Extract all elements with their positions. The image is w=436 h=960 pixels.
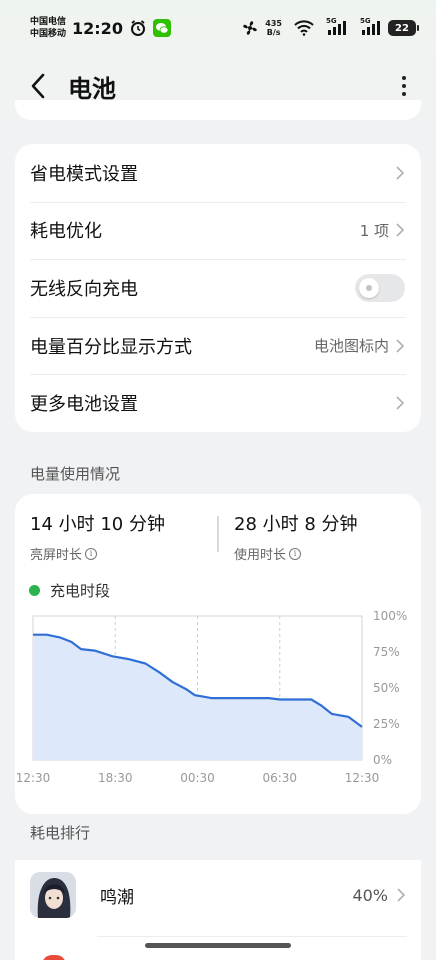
wifi-icon [294,20,314,36]
status-bar: 中国电信 中国移动 12:20 435 B/s 5G 5G 22 [0,0,436,56]
row-label: 电量百分比显示方式 [30,336,192,358]
signal-2-icon: 5G [360,17,382,35]
power-saving-mode-row[interactable]: 省电模式设置 [15,144,421,202]
y-tick-label: 100% [373,609,407,623]
wireless-reverse-charging-row: 无线反向充电 [15,259,421,317]
usage-time-stat: 28 小时 8 分钟 使用时长 i [234,510,358,563]
dot-icon [402,76,406,80]
legend-label: 充电时段 [50,582,111,600]
battery-settings-card: 省电模式设置 耗电优化 1 项 无线反向充电 电量百分比显示方式 电池图标内 更… [15,144,421,432]
x-tick-label: 06:30 [262,771,297,785]
network-speed: 435 B/s [265,19,282,37]
row-label: 省电模式设置 [30,163,138,185]
y-tick-label: 75% [373,645,400,659]
carrier-1: 中国电信 [30,17,67,27]
wireless-reverse-charging-toggle[interactable] [355,273,405,302]
chevron-right-icon [396,223,405,237]
back-arrow-icon [31,73,45,99]
x-tick-label: 12:30 [345,771,380,785]
dot-icon [402,92,406,96]
more-options-button[interactable] [394,71,414,101]
net-speed-value: 435 [265,19,282,28]
net-speed-unit: B/s [266,28,281,37]
stat-divider [217,516,219,552]
app-usage-row[interactable]: 鸣潮 40% [15,860,421,930]
row-label: 无线反向充电 [30,278,138,300]
signal-2-label: 5G [360,17,371,25]
signal-icon: 5G [326,17,348,35]
power-optimization-row[interactable]: 耗电优化 1 项 [15,201,421,260]
usage-time-value: 28 小时 8 分钟 [234,514,358,535]
signal-1-label: 5G [326,17,337,25]
battery-icon: 22 [388,20,419,36]
back-button[interactable] [30,70,58,102]
ranking-section-title: 耗电排行 [30,824,91,842]
chevron-right-icon [396,166,405,180]
app-icon [30,872,76,918]
carrier-2: 中国移动 [30,29,67,39]
app-percent: 40% [352,885,388,905]
screen-on-label: 亮屏时长 [30,548,83,563]
y-tick-label: 50% [373,681,400,695]
dot-icon [402,84,406,88]
legend-dot [29,585,40,596]
info-icon: i [85,547,98,560]
battery-percentage-display-row[interactable]: 电量百分比显示方式 电池图标内 [15,316,421,375]
chevron-right-icon [396,396,405,410]
battery-usage-card: 14 小时 10 分钟 亮屏时长 i 28 小时 8 分钟 使用时长 i 充电时… [15,494,421,814]
more-battery-settings-row[interactable]: 更多电池设置 [15,374,421,432]
toggle-knob [366,284,372,291]
chart-legend: 充电时段 [29,580,110,601]
previous-card-edge [15,100,421,120]
x-tick-label: 12:30 [16,771,51,785]
y-tick-label: 0% [373,753,392,767]
row-value: 电池图标内 [313,337,389,356]
wechat-icon [152,19,171,37]
screen-on-stat: 14 小时 10 分钟 亮屏时长 i [30,510,165,563]
screen-on-value: 14 小时 10 分钟 [30,514,165,535]
usage-time-label: 使用时长 [234,548,287,563]
chevron-right-icon [396,339,405,353]
row-label: 耗电优化 [30,221,102,243]
info-icon: i [289,547,302,560]
usage-section-title: 电量使用情况 [30,465,121,483]
usage-time-label-wrap[interactable]: 使用时长 i [234,544,358,563]
status-time: 12:20 [72,18,123,38]
chevron-right-icon [397,888,406,902]
battery-level-chart[interactable]: 100% 75% 50% 25% 0% 12:30 18:30 00:30 06:30 12:30 [15,602,421,792]
row-value: 1 项 [359,221,389,240]
app-name: 鸣潮 [100,887,134,908]
home-indicator[interactable] [145,943,291,948]
row-label: 更多电池设置 [30,394,138,416]
x-tick-label: 18:30 [98,771,133,785]
screen-on-label-wrap[interactable]: 亮屏时长 i [30,544,165,563]
alarm-icon [129,19,147,37]
carrier-info: 中国电信 中国移动 [30,16,66,40]
x-tick-label: 00:30 [180,771,215,785]
page-title: 电池 [68,74,116,103]
battery-level: 22 [395,22,409,34]
y-tick-label: 25% [373,717,400,731]
fan-icon [241,19,259,37]
